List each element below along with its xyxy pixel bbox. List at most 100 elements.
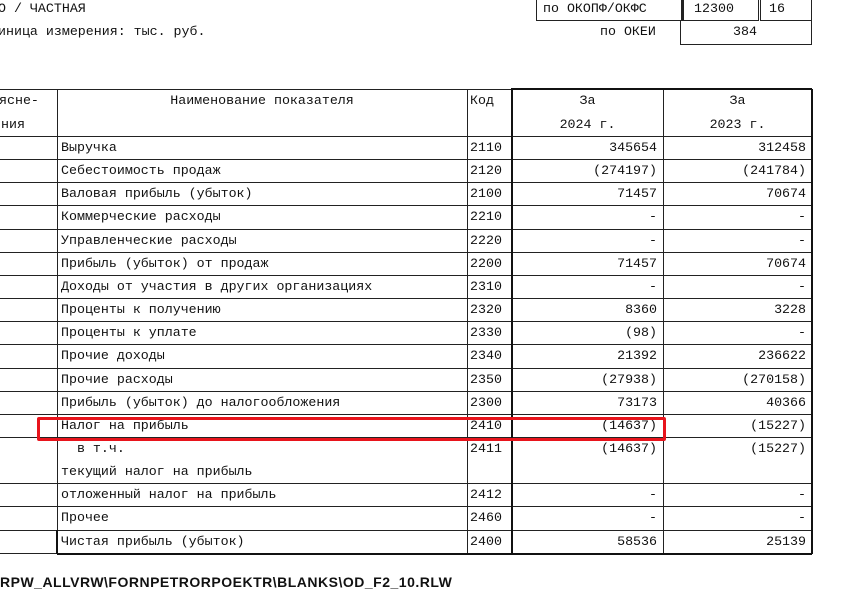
current-tax-prefix: в т.ч.: [61, 440, 125, 456]
row-line: [0, 506, 812, 508]
col-note-header-2: ния: [1, 117, 25, 132]
current-tax-code: 2411: [470, 440, 502, 456]
col-note-header: ясне-: [0, 93, 39, 108]
row-value-2024: 71457: [617, 186, 657, 202]
row-line: [0, 182, 812, 184]
row-value-2024: -: [649, 487, 657, 503]
row-value-2023: (270158): [742, 371, 806, 387]
ownership-text: О / ЧАСТНАЯ: [0, 1, 86, 16]
row-line: [0, 367, 812, 369]
row-name: Прочие расходы: [61, 371, 173, 387]
row-name: Валовая прибыль (убыток): [61, 186, 253, 202]
row-value-2024: 71457: [617, 255, 657, 271]
row-code: 2412: [470, 487, 502, 503]
row-code: 2330: [470, 325, 502, 341]
row-value-2024: -: [649, 209, 657, 225]
row-line: [0, 298, 812, 300]
row-line: [0, 529, 812, 531]
row-value-2024: -: [649, 232, 657, 248]
row-value-2023: 312458: [758, 140, 806, 155]
row-code: 2340: [470, 348, 502, 364]
row-name: Прочее: [61, 510, 109, 526]
row-line: [0, 251, 812, 253]
row-line: [0, 390, 812, 392]
col-name-header: Наименование показателя: [170, 93, 354, 108]
value-box-top: [511, 88, 812, 90]
income-tax-highlight: [37, 417, 666, 441]
row-value-2024: 73173: [617, 394, 657, 410]
row-code: 2350: [470, 371, 502, 387]
value-box-bottom: [511, 552, 812, 555]
row-value-2024: 21392: [617, 348, 657, 364]
row-line: [0, 344, 812, 346]
row-name: Чистая прибыль (убыток): [61, 533, 245, 549]
current-tax-value-2023: (15227): [750, 440, 806, 456]
col-2023-header: За: [729, 93, 746, 108]
row-line: [0, 413, 812, 415]
row-code: 2310: [470, 278, 502, 294]
row-value-2023: -: [798, 232, 806, 248]
row-code: 2110: [470, 140, 502, 155]
current-tax-value-2024: (14637): [601, 440, 657, 456]
row-name: Проценты к получению: [61, 302, 221, 318]
col-2024-year: 2024 г.: [559, 117, 616, 132]
col-2023-year: 2023 г.: [709, 117, 766, 132]
row-value-2023: -: [798, 487, 806, 503]
row-value-2023: -: [798, 325, 806, 341]
row-value-2023: (15227): [750, 417, 806, 433]
row-value-2023: -: [798, 510, 806, 526]
col-line: [663, 89, 664, 553]
okopf-label: по ОКОПФ/ОКФС: [543, 1, 647, 16]
row-name: Доходы от участия в других организациях: [61, 278, 373, 294]
row-name: Себестоимость продаж: [61, 163, 221, 179]
row-name: Прибыль (убыток) от продаж: [61, 255, 269, 271]
value-box-left: [511, 89, 513, 554]
row-code: 2200: [470, 255, 502, 271]
row-value-2024: 345654: [609, 140, 657, 155]
okei-label: по ОКЕИ: [600, 24, 656, 39]
net-profit-left: [56, 529, 58, 554]
row-code: 2210: [470, 209, 502, 225]
unit-label: иница измерения: тыс. руб.: [0, 24, 206, 39]
row-code: 2400: [470, 533, 502, 549]
row-name: Проценты к уплате: [61, 325, 197, 341]
row-value-2023: 236622: [758, 348, 806, 364]
row-value-2023: 25139: [766, 533, 806, 549]
row-line: [0, 321, 812, 323]
row-name: отложенный налог на прибыль: [61, 487, 277, 503]
row-code: 2220: [470, 232, 502, 248]
col-line: [57, 89, 58, 553]
row-value-2024: -: [649, 278, 657, 294]
row-name: Прибыль (убыток) до налогообложения: [61, 394, 341, 410]
row-code: 2300: [470, 394, 502, 410]
row-value-2024: (98): [625, 325, 657, 341]
row-code: 2320: [470, 302, 502, 318]
row-line: [0, 483, 812, 485]
row-line: [0, 205, 812, 207]
col-code-header: Код: [470, 93, 494, 108]
current-tax-name: текущий налог на прибыль: [61, 464, 253, 480]
row-code: 2120: [470, 163, 502, 179]
col-2024-header: За: [579, 93, 596, 108]
header-bottom-line: [0, 136, 812, 137]
row-value-2023: 70674: [766, 255, 806, 271]
col-line: [467, 89, 468, 553]
row-value-2023: 70674: [766, 186, 806, 202]
row-line: [0, 274, 812, 276]
row-name: Выручка: [61, 140, 117, 155]
value-box-right: [811, 89, 813, 554]
row-value-2023: -: [798, 209, 806, 225]
row-line: [0, 159, 812, 161]
okei-code: 384: [733, 24, 757, 39]
row-value-2023: -: [798, 278, 806, 294]
row-value-2024: (27938): [601, 371, 657, 387]
row-value-2024: -: [649, 510, 657, 526]
row-value-2024: 58536: [617, 533, 657, 549]
row-line: [0, 228, 812, 230]
okopf-code: 12300: [694, 1, 734, 16]
net-profit-bottom: [57, 552, 512, 555]
okfs-code: 16: [769, 1, 785, 16]
row-value-2024: (274197): [593, 163, 657, 179]
row-value-2023: (241784): [742, 163, 806, 179]
row-value-2023: 40366: [766, 394, 806, 410]
